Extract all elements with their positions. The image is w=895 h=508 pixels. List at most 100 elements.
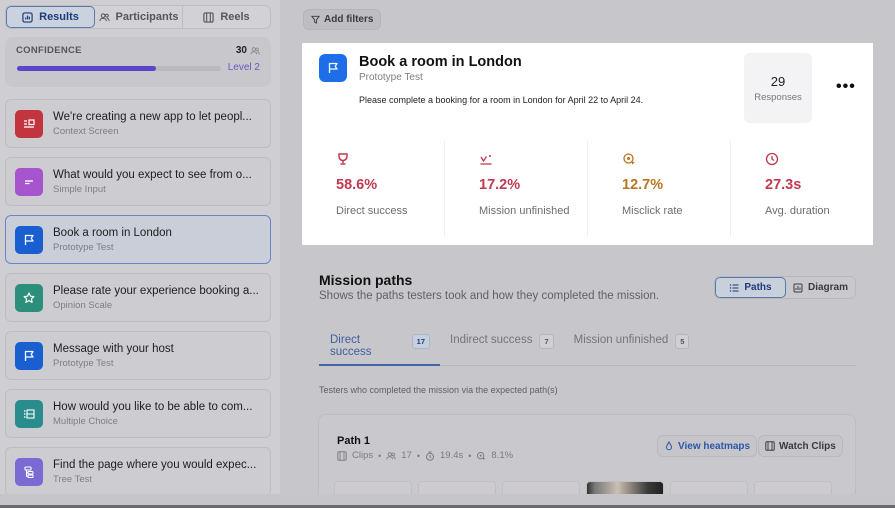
paths-view-label: Paths [744, 282, 772, 293]
question-type: Prototype Test [53, 357, 114, 369]
tab-label: Results [39, 11, 79, 23]
metric-label: Avg. duration [765, 205, 830, 217]
filter-icon [311, 15, 320, 24]
film-icon [765, 441, 775, 451]
confidence-count: 30 [236, 45, 260, 56]
question-type: Opinion Scale [53, 299, 113, 311]
mission-paths-title: Mission paths [319, 272, 413, 288]
tab-reels[interactable]: Reels [183, 6, 270, 28]
count-badge: 17 [411, 334, 430, 349]
watch-clips-label: Watch Clips [779, 440, 836, 452]
confidence-title: CONFIDENCE [16, 45, 82, 56]
metric-mission-unfinished: 17.2% Mission unfinished [445, 141, 588, 237]
metric-value: 17.2% [479, 177, 521, 193]
metric-label: Misclick rate [622, 205, 683, 217]
tab-mission-unfinished[interactable]: Mission unfinished 5 [564, 326, 700, 365]
tab-participants[interactable]: Participants [95, 6, 183, 28]
screen-thumbnail[interactable] [586, 481, 664, 495]
sidebar: Results Participants Reels CONFIDENCE 30… [0, 0, 280, 508]
question-type: Prototype Test [53, 241, 114, 253]
star-icon [15, 283, 43, 312]
flag-icon [15, 225, 43, 254]
tab-label: Participants [115, 11, 179, 23]
confidence-progress-bar [17, 66, 221, 71]
path-outcome-tabs: Direct success 17 Indirect success 7 Mis… [319, 326, 856, 366]
question-type: Context Screen [53, 125, 119, 137]
misclick-icon [477, 451, 486, 460]
users-icon [250, 46, 260, 54]
tab-direct-success[interactable]: Direct success 17 [319, 326, 440, 366]
add-filters-button[interactable]: Add filters [303, 9, 382, 30]
summary-type: Prototype Test [359, 72, 423, 83]
clock-icon [765, 152, 779, 166]
tree-icon [15, 457, 43, 486]
metrics-row: 58.6% Direct success 17.2% Mission unfin… [302, 141, 873, 237]
stopwatch-icon [426, 451, 435, 461]
question-title: Please rate your experience booking a... [53, 284, 259, 297]
question-item[interactable]: Please rate your experience booking a...… [5, 273, 271, 322]
path-card: Path 1 Clips • 17 • 19.4s • 8.1% View he… [318, 414, 856, 495]
film-icon [337, 450, 347, 461]
metric-value: 58.6% [336, 177, 378, 193]
question-title: Find the page where you would expec... [53, 458, 257, 471]
tab-results[interactable]: Results [6, 6, 95, 28]
confidence-panel: CONFIDENCE 30 Level 2 [5, 37, 271, 87]
users-icon [386, 451, 396, 459]
view-heatmaps-button[interactable]: View heatmaps [657, 435, 758, 457]
question-type: Simple Input [53, 183, 106, 195]
summary-description: Please complete a booking for a room in … [359, 95, 644, 105]
flag-icon [15, 341, 43, 370]
count-badge: 5 [675, 334, 690, 349]
tab-indirect-success[interactable]: Indirect success 7 [440, 326, 564, 365]
paths-view-button[interactable]: Paths [715, 277, 786, 298]
responses-count: 29 [770, 73, 786, 89]
view-heatmaps-label: View heatmaps [678, 440, 751, 452]
path-screens [334, 481, 832, 495]
responses-box: 29 Responses [744, 53, 812, 123]
text-input-icon [15, 167, 43, 196]
diagram-view-button[interactable]: Diagram [786, 277, 855, 298]
question-type: Tree Test [53, 473, 93, 485]
more-options-button[interactable]: ••• [836, 79, 856, 95]
tab-label: Reels [220, 11, 250, 23]
list-icon [730, 283, 739, 292]
screen-thumbnail[interactable] [334, 481, 412, 495]
question-item[interactable]: We're creating a new app to let peopl...… [5, 99, 271, 148]
metric-avg-duration: 27.3s Avg. duration [731, 141, 873, 237]
question-title: Book a room in London [53, 226, 172, 239]
screen-thumbnail[interactable] [502, 481, 580, 495]
paths-hint: Testers who completed the mission via th… [319, 385, 558, 395]
view-toggle: Paths Diagram [714, 276, 856, 299]
unfinished-icon [480, 155, 492, 165]
question-title: We're creating a new app to let peopl... [53, 110, 252, 123]
summary-title: Book a room in London [359, 54, 522, 70]
path-testers: 17 [401, 450, 412, 461]
metric-direct-success: 58.6% Direct success [302, 141, 445, 237]
question-item-active[interactable]: Book a room in London Prototype Test [5, 215, 271, 264]
path-duration: 19.4s [440, 450, 464, 461]
chart-icon [22, 11, 33, 23]
question-item[interactable]: Message with your host Prototype Test [5, 331, 271, 380]
metric-value: 12.7% [622, 177, 664, 193]
screen-thumbnail[interactable] [418, 481, 496, 495]
question-list: We're creating a new app to let peopl...… [5, 99, 271, 508]
question-item[interactable]: What would you expect to see from o... S… [5, 157, 271, 206]
question-title: Message with your host [53, 342, 174, 355]
list-icon [15, 399, 43, 428]
confidence-count-value: 30 [235, 45, 247, 56]
separator-dot: • [378, 450, 382, 461]
path-meta: Clips • 17 • 19.4s • 8.1% [337, 450, 513, 461]
users-icon [98, 12, 110, 21]
screen-thumbnail[interactable] [670, 481, 748, 495]
screen-thumbnail[interactable] [754, 481, 832, 495]
context-screen-icon [15, 109, 43, 138]
diagram-view-label: Diagram [807, 282, 848, 293]
watch-clips-button[interactable]: Watch Clips [758, 435, 843, 457]
metric-misclick-rate: 12.7% Misclick rate [588, 141, 731, 237]
add-filters-label: Add filters [324, 14, 374, 25]
question-item[interactable]: Find the page where you would expec... T… [5, 447, 271, 496]
question-item[interactable]: How would you like to be able to com... … [5, 389, 271, 438]
diagram-icon [793, 283, 803, 292]
misclick-icon [623, 153, 635, 165]
tab-label: Indirect success [450, 334, 533, 346]
